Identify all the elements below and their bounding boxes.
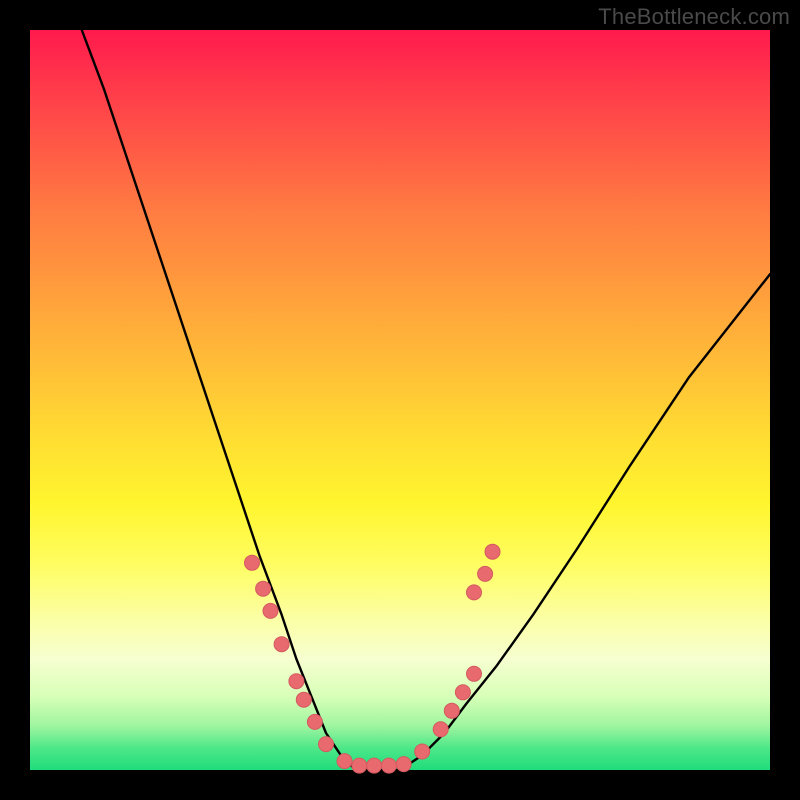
curve-marker bbox=[467, 585, 482, 600]
curve-marker bbox=[256, 581, 271, 596]
curve-marker bbox=[396, 757, 411, 772]
curve-marker bbox=[307, 714, 322, 729]
curve-marker bbox=[433, 722, 448, 737]
curve-marker bbox=[319, 737, 334, 752]
curve-marker bbox=[263, 603, 278, 618]
curve-markers bbox=[245, 544, 501, 773]
curve-marker bbox=[381, 758, 396, 773]
bottleneck-curve bbox=[82, 30, 770, 770]
curve-marker bbox=[367, 758, 382, 773]
watermark-text: TheBottleneck.com bbox=[598, 4, 790, 30]
plot-area bbox=[30, 30, 770, 770]
curve-marker bbox=[245, 555, 260, 570]
curve-marker bbox=[289, 674, 304, 689]
curve-marker bbox=[352, 758, 367, 773]
curve-marker bbox=[467, 666, 482, 681]
chart-svg bbox=[30, 30, 770, 770]
chart-frame: TheBottleneck.com bbox=[0, 0, 800, 800]
curve-marker bbox=[455, 685, 470, 700]
curve-marker bbox=[337, 754, 352, 769]
curve-marker bbox=[485, 544, 500, 559]
curve-marker bbox=[478, 566, 493, 581]
curve-marker bbox=[415, 744, 430, 759]
curve-marker bbox=[296, 692, 311, 707]
curve-marker bbox=[444, 703, 459, 718]
curve-marker bbox=[274, 637, 289, 652]
